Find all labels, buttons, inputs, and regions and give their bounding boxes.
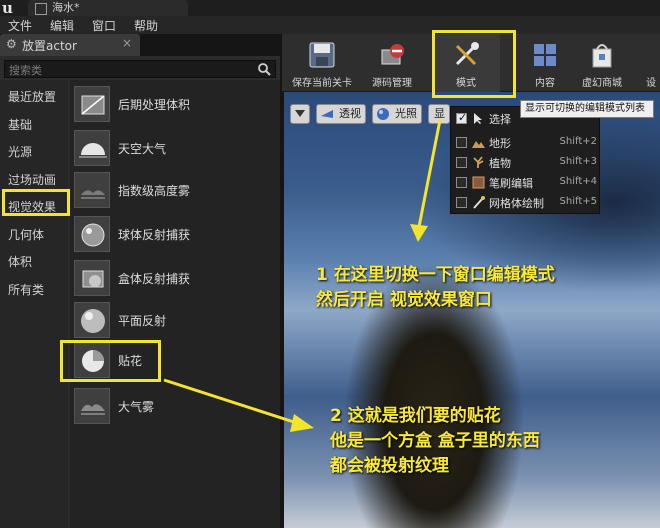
annotation-line: 然后开启 视觉效果窗口 [316,290,492,310]
annotation-line: 都会被投射纹理 [330,456,449,476]
annotation-note-2: 2 这就是我们要的贴花 他是一个方盒 盒子里的东西 都会被投射纹理 [330,404,540,479]
annotation-note-1: 1 在这里切换一下窗口编辑模式 然后开启 视觉效果窗口 [316,263,555,313]
annotation-line: 2 这就是我们要的贴花 [330,406,501,426]
annotation-line: 他是一个方盒 盒子里的东西 [330,431,540,451]
annotation-line: 1 在这里切换一下窗口编辑模式 [316,265,555,285]
